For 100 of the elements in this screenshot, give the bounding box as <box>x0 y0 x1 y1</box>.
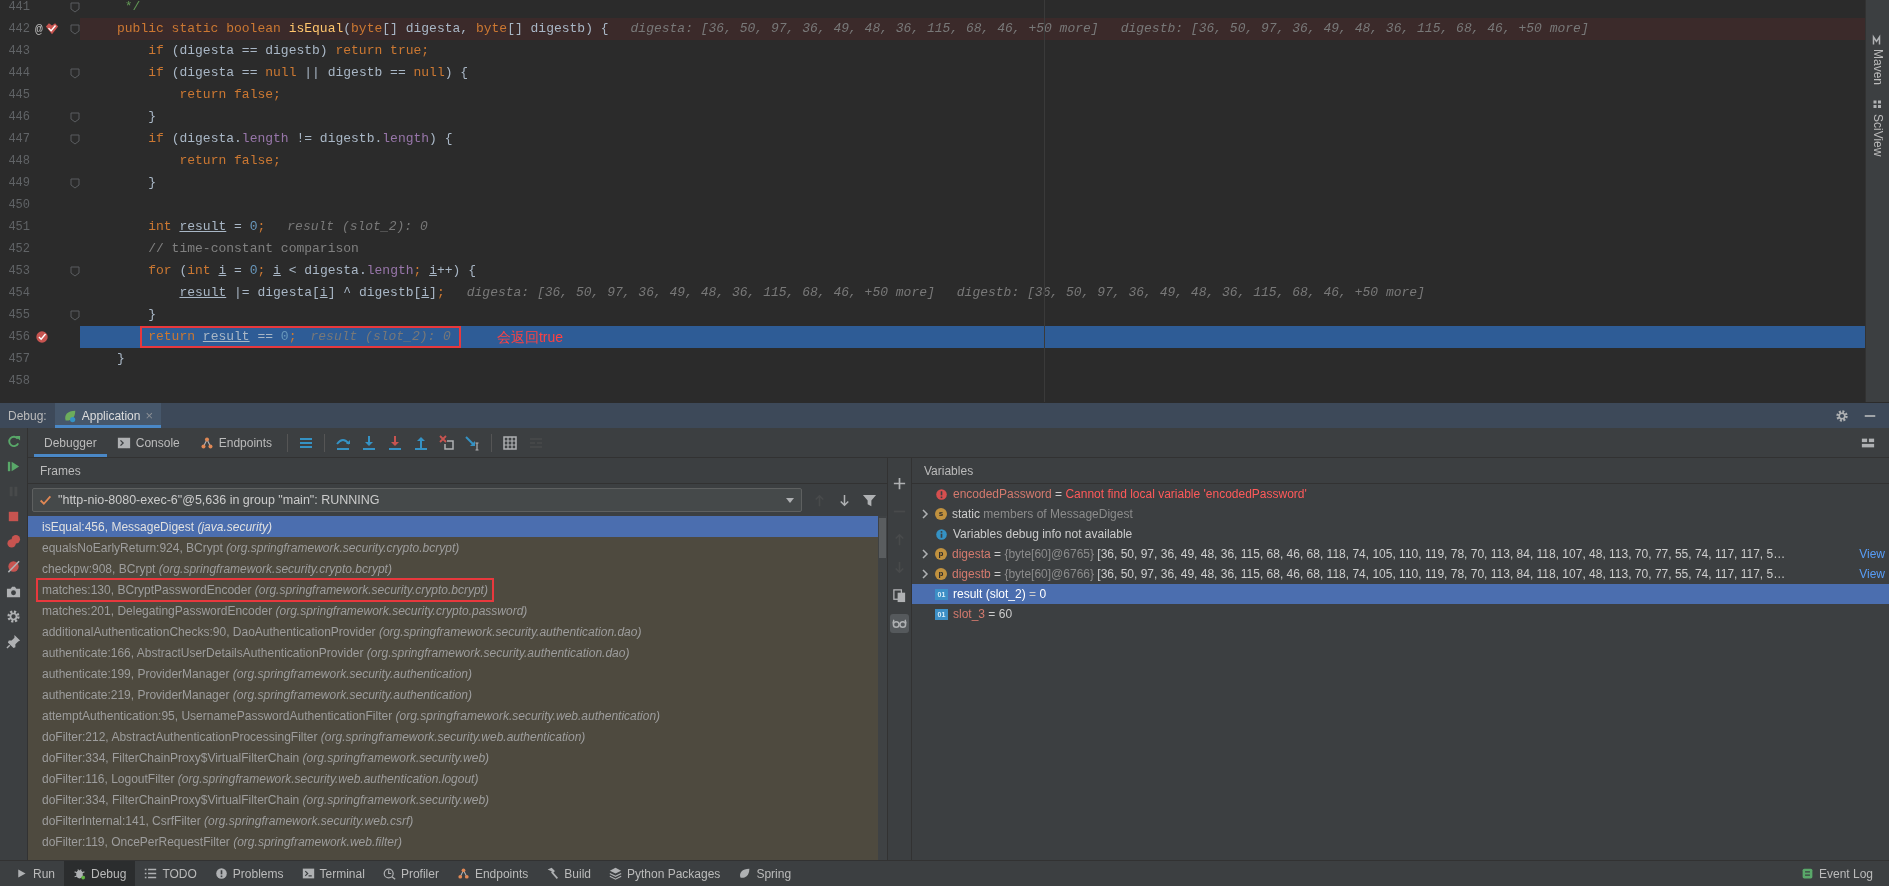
code-line: result |= digesta[i] ^ digestb[i]; <box>179 284 445 303</box>
variable-text: digestb = {byte[60]@6766} [36, 50, 97, 36, 49, 48, 36, 115, 68, 46, 68, 118, 74, 105, 110, 119, 78, 70, 113, 84, 118, 107, 48, 113, 70, 77, 55, 74, 117, 117, 5… <box>952 566 1786 583</box>
line-number: 458 <box>7 373 30 390</box>
tool-window-button[interactable]: Problems <box>205 861 293 886</box>
variable-text: encodedPassword = Cannot find local variable 'encodedPassword' <box>953 486 1307 503</box>
tab[interactable]: Endpoints <box>189 428 283 457</box>
force-step-into-icon[interactable] <box>387 434 404 451</box>
thread-dropdown[interactable]: "http-nio-8080-exec-6"@5,636 in group "main": RUNNING <box>32 488 802 512</box>
tool-window-button[interactable]: Python Packages <box>599 861 730 886</box>
profiler-icon <box>382 867 396 880</box>
tool-window-button[interactable]: Debug <box>64 861 136 886</box>
variable-row[interactable]: p digestb = {byte[60]@6766} [36, 50, 97, 36, 49, 48, 36, 115, 68, 46, 68, 118, 74, 105, 110, 119, 78, 70, 113, 84, 118, 107, 48, 113, 70, 77, 55, 74, 117, 117, 5… View <box>912 564 1889 584</box>
frame-item[interactable]: authenticate:219, ProviderManager (org.springframework.security.authentication) <box>28 684 878 705</box>
layers-icon <box>608 867 622 880</box>
tool-window-button[interactable]: Terminal <box>292 861 374 886</box>
tool-window-button[interactable]: TODO <box>135 861 206 886</box>
frame-item[interactable]: doFilter:116, LogoutFilter (org.springframework.security.web.authentication.logout) <box>28 768 878 789</box>
tab[interactable]: Debugger <box>34 428 107 457</box>
check-icon <box>39 493 52 507</box>
mute-breakpoints-icon[interactable] <box>6 559 21 574</box>
frame-text: attemptAuthentication:95, UsernamePasswordAuthenticationFilter (org.springframework.security.web.authentication) <box>41 707 662 725</box>
fold-icon[interactable] <box>70 23 80 35</box>
add-icon[interactable] <box>892 476 907 491</box>
variable-text: slot_3 = 60 <box>953 606 1013 623</box>
breakpoint-icon[interactable] <box>35 330 49 344</box>
session-tab[interactable]: Application × <box>54 403 161 428</box>
frame-item[interactable]: doFilter:212, AbstractAuthenticationProcessingFilter (org.springframework.security.web.authentication) <box>28 726 878 747</box>
view-link[interactable]: View <box>1859 545 1889 563</box>
frame-item[interactable]: doFilter:334, FilterChainProxy$VirtualFilterChain (org.springframework.security.web) <box>28 747 878 768</box>
leaf-icon <box>738 867 752 880</box>
inline-value-hint: result (slot_2): 0 <box>287 218 428 237</box>
frame-item[interactable]: doFilter:119, OncePerRequestFilter (org.springframework.web.filter) <box>28 831 878 852</box>
drop-frame-icon[interactable] <box>439 434 456 451</box>
error-icon <box>935 487 948 501</box>
fold-icon[interactable] <box>70 111 80 123</box>
variable-row[interactable]: Variables debug info not available <box>912 524 1889 544</box>
view-link[interactable]: View <box>1859 565 1889 583</box>
override-marker[interactable]: @ <box>35 22 43 36</box>
tool-window-button[interactable]: Endpoints <box>447 861 538 886</box>
tool-window-button[interactable]: Maven <box>1868 49 1887 86</box>
tool-window-button[interactable]: Spring <box>729 861 801 886</box>
frame-item[interactable]: authenticate:199, ProviderManager (org.springframework.security.authentication) <box>28 663 878 684</box>
scrollbar[interactable] <box>878 516 887 860</box>
variable-row[interactable]: s static members of MessageDigest <box>912 504 1889 524</box>
panel-title: Debug: <box>7 407 48 425</box>
tab[interactable]: Console <box>106 428 190 457</box>
log-icon <box>1800 867 1814 880</box>
breakpoints-icon[interactable] <box>6 534 21 549</box>
code-line: } <box>148 174 157 193</box>
pin-icon[interactable] <box>6 634 21 649</box>
pane-title: Variables <box>924 462 974 480</box>
rerun-icon[interactable] <box>6 434 21 449</box>
step-into-icon[interactable] <box>361 434 378 451</box>
fold-icon[interactable] <box>70 67 80 79</box>
warning-icon <box>214 867 228 880</box>
frame-item[interactable]: isEqual:456, MessageDigest (java.security) <box>28 516 878 537</box>
line-number: 453 <box>7 263 30 280</box>
fold-icon[interactable] <box>70 133 80 145</box>
tool-window-button[interactable]: Event Log <box>1791 861 1889 886</box>
tool-window-button[interactable]: Build <box>537 861 600 886</box>
filter-icon[interactable] <box>862 492 877 508</box>
code-line: return false; <box>179 86 281 105</box>
frame-item[interactable]: matches:201, DelegatingPasswordEncoder (org.springframework.security.crypto.password) <box>28 600 878 621</box>
camera-icon[interactable] <box>6 584 21 599</box>
run-to-cursor-icon[interactable] <box>465 434 482 451</box>
fold-icon[interactable] <box>70 1 80 13</box>
resume-icon[interactable] <box>6 459 21 474</box>
frame-item[interactable]: doFilter:334, FilterChainProxy$VirtualFilterChain (org.springframework.security.web) <box>28 789 878 810</box>
parameter-badge: p <box>935 568 947 580</box>
frame-item[interactable]: doFilterInternal:141, CsrfFilter (org.springframework.security.web.csrf) <box>28 810 878 831</box>
table-icon[interactable] <box>502 434 519 451</box>
frame-text: doFilter:119, OncePerRequestFilter (org.springframework.web.filter) <box>41 833 403 851</box>
frame-item[interactable]: attemptAuthentication:95, UsernamePasswordAuthenticationFilter (org.springframework.security.web.authentication) <box>28 705 878 726</box>
fold-icon[interactable] <box>70 265 80 277</box>
tool-window-button[interactable]: Profiler <box>373 861 448 886</box>
frame-text: equalsNoEarlyReturn:924, BCrypt (org.springframework.security.crypto.bcrypt) <box>41 539 461 557</box>
pane-title: Frames <box>40 462 81 480</box>
frame-text: authenticate:166, AbstractUserDetailsAuthenticationProvider (org.springframework.security.authentication.dao) <box>41 644 631 662</box>
fold-icon[interactable] <box>70 309 80 321</box>
tool-window-button[interactable]: Run <box>6 861 64 886</box>
endpoints-icon <box>199 435 214 450</box>
settings-icon[interactable] <box>1835 408 1849 423</box>
variable-row[interactable]: p digesta = {byte[60]@6765} [36, 50, 97, 36, 49, 48, 36, 115, 68, 46, 68, 118, 74, 105, 110, 119, 78, 70, 113, 84, 118, 107, 48, 113, 70, 77, 55, 74, 117, 117, 5… View <box>912 544 1889 564</box>
copy-icon[interactable] <box>892 588 907 603</box>
frame-item[interactable]: equalsNoEarlyReturn:924, BCrypt (org.springframework.security.crypto.bcrypt) <box>28 537 878 558</box>
line-number: 446 <box>7 109 30 126</box>
variable-row[interactable]: encodedPassword = Cannot find local variable 'encodedPassword' <box>912 484 1889 504</box>
step-out-icon[interactable] <box>413 434 430 451</box>
frame-item[interactable]: matches:130, BCryptPasswordEncoder (org.springframework.security.crypto.bcrypt) <box>28 579 878 600</box>
settings-icon[interactable] <box>6 609 21 624</box>
stop-icon[interactable] <box>6 509 21 524</box>
caret-icon <box>785 495 795 505</box>
code-line: if (digesta.length != digestb.length) { <box>148 130 453 149</box>
code-line: */ <box>124 0 141 17</box>
breakpoint-icon[interactable] <box>44 22 59 36</box>
frame-item[interactable]: additionalAuthenticationChecks:90, DaoAuthenticationProvider (org.springframework.security.authentication.dao) <box>28 621 878 642</box>
tool-window-button[interactable]: SciView <box>1868 114 1887 157</box>
frame-item[interactable]: checkpw:908, BCrypt (org.springframework.security.crypto.bcrypt) <box>28 558 878 579</box>
frame-item[interactable]: authenticate:166, AbstractUserDetailsAuthenticationProvider (org.springframework.security.authentication.dao) <box>28 642 878 663</box>
fold-icon[interactable] <box>70 177 80 189</box>
